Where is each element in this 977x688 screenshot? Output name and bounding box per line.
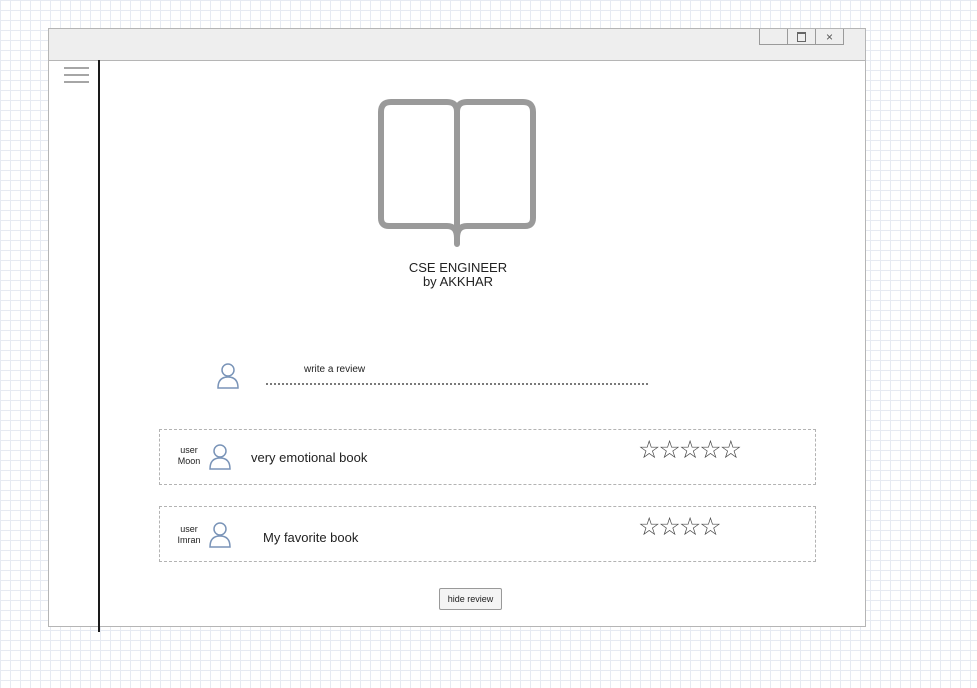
user-label: user (180, 445, 198, 455)
book-info: CSE ENGINEER by AKKHAR (358, 261, 558, 289)
book-icon (377, 98, 539, 253)
review-card: user Moon very emotional book ☆☆☆☆☆ (159, 429, 816, 485)
review-user: user Moon (173, 445, 205, 467)
write-review-input[interactable] (266, 383, 648, 385)
maximize-icon (797, 31, 806, 42)
book-title: CSE ENGINEER (408, 260, 508, 275)
write-review-label: write a review (304, 364, 366, 375)
review-card: user Imran My favorite book ☆☆☆☆ (159, 506, 816, 562)
review-text: My favorite book (263, 530, 359, 545)
sidebar-divider (98, 60, 100, 632)
rating-stars: ☆☆☆☆☆ (638, 436, 742, 464)
user-label: user (180, 524, 198, 534)
user-name: Imran (177, 535, 201, 545)
user-name: Moon (177, 456, 201, 466)
hide-review-button[interactable]: hide review (439, 588, 502, 610)
minimize-button[interactable] (760, 29, 787, 44)
window-controls: × (759, 29, 844, 45)
close-button[interactable]: × (815, 29, 843, 44)
rating-stars: ☆☆☆☆ (638, 513, 722, 541)
review-user: user Imran (173, 524, 205, 546)
reviewer-avatar-icon (208, 521, 232, 554)
book-author: by AKKHAR (422, 274, 494, 289)
hamburger-menu-icon[interactable] (64, 67, 89, 85)
reviewer-avatar-icon (208, 443, 232, 476)
maximize-button[interactable] (787, 29, 815, 44)
user-avatar-icon (216, 362, 240, 395)
review-text: very emotional book (251, 450, 368, 465)
title-bar: × (49, 29, 865, 61)
